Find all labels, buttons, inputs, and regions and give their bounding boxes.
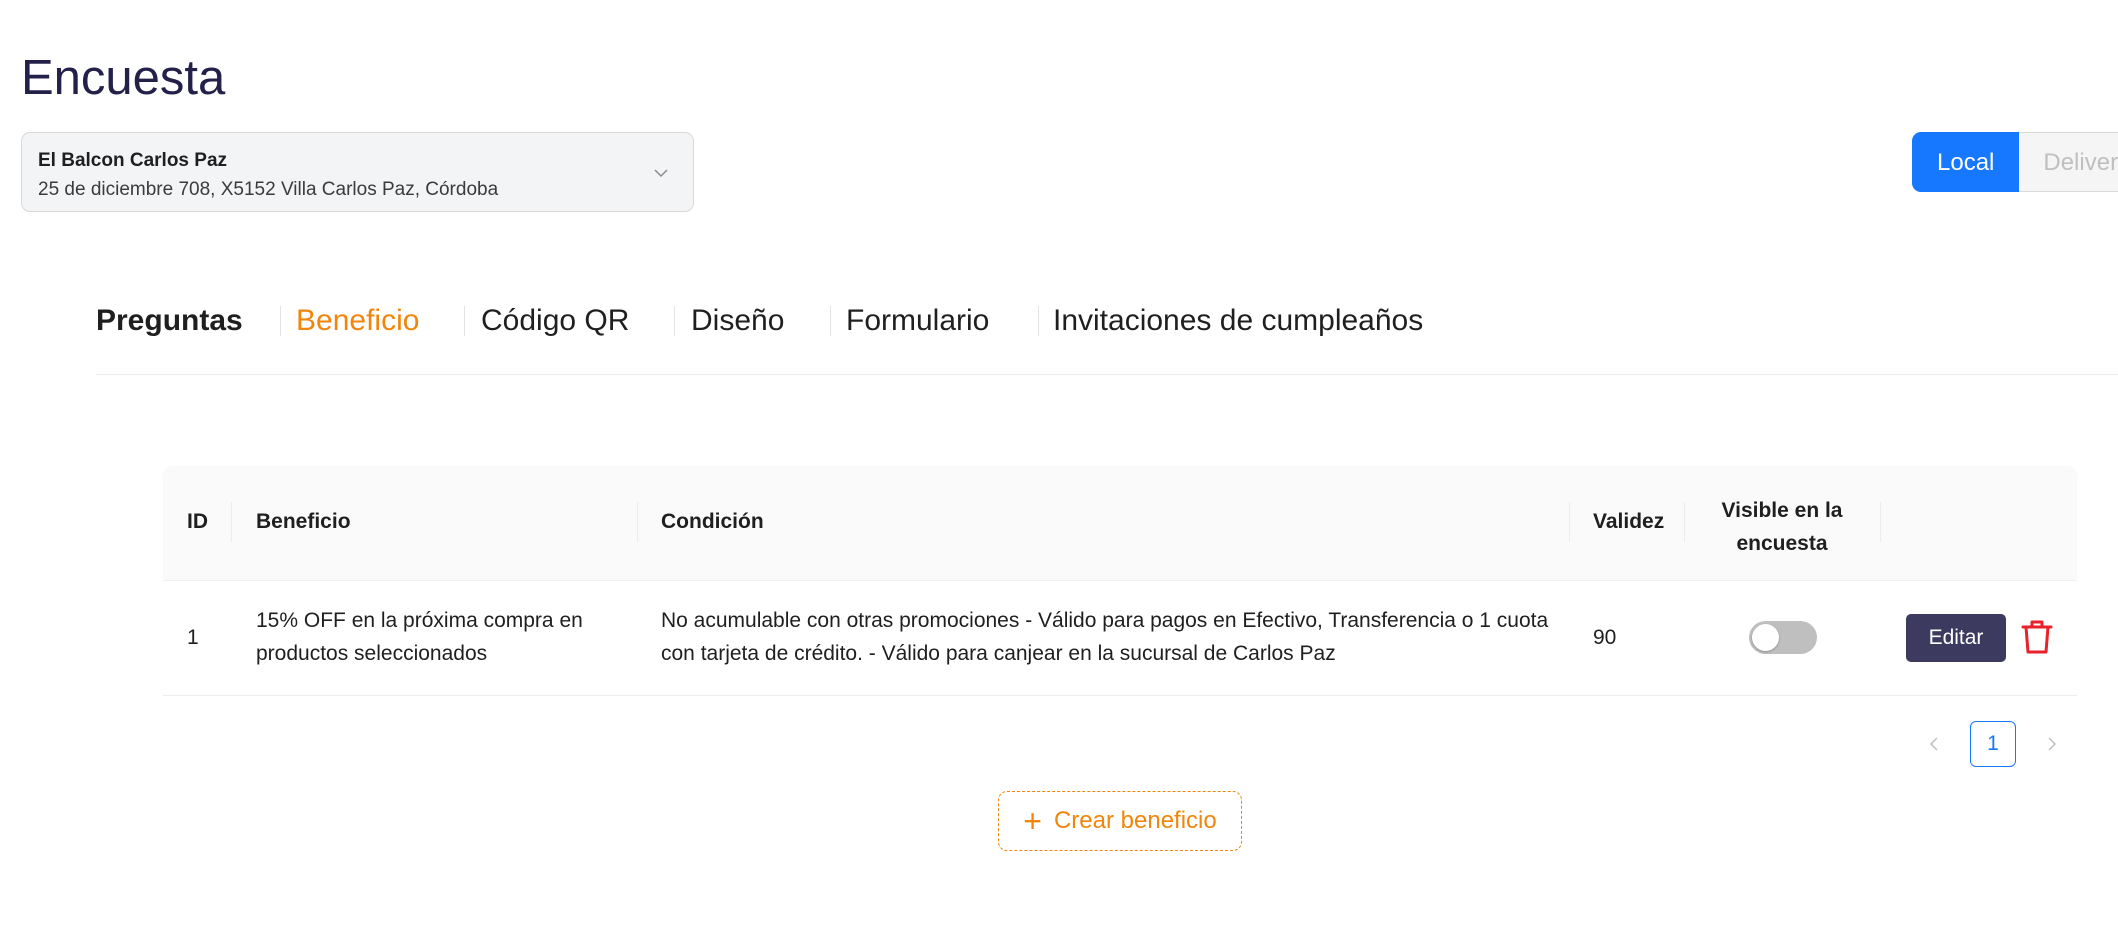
pagination-next[interactable] (2028, 720, 2076, 768)
tab-codigo-qr[interactable]: Código QR (481, 304, 629, 338)
mode-option-delivery[interactable]: Delivery (2019, 132, 2118, 192)
create-benefit-button[interactable]: + Crear beneficio (998, 791, 1242, 851)
pagination: 1 (1910, 720, 2076, 768)
visible-toggle[interactable] (1749, 621, 1817, 654)
header-validity: Validez (1593, 510, 1665, 533)
tab-divider (674, 306, 675, 336)
header-visible-line1: Visible en la (1721, 499, 1843, 522)
plus-icon: + (1023, 803, 1042, 839)
tab-divider (1038, 306, 1039, 336)
chevron-left-icon (1929, 737, 1938, 751)
mode-toggle: Local Delivery (1912, 132, 2118, 192)
header-visible: Visible en la encuesta (1684, 494, 1880, 560)
store-address: 25 de diciembre 708, X5152 Villa Carlos … (38, 179, 499, 200)
tab-bar: Preguntas Beneficio Código QR Diseño For… (96, 296, 2118, 375)
header-divider (1569, 502, 1570, 542)
cell-benefit: 15% OFF en la próxima compra en producto… (256, 604, 583, 670)
trash-icon[interactable] (2020, 619, 2054, 655)
tab-formulario[interactable]: Formulario (846, 304, 989, 338)
mode-option-local[interactable]: Local (1912, 132, 2020, 192)
tab-invitaciones-cumpleanos[interactable]: Invitaciones de cumpleaños (1053, 304, 1423, 338)
tab-divider (280, 306, 281, 336)
tab-diseno[interactable]: Diseño (691, 304, 784, 338)
tab-beneficio[interactable]: Beneficio (296, 304, 419, 338)
tab-preguntas[interactable]: Preguntas (96, 304, 243, 338)
benefits-table: ID Beneficio Condición Validez Visible e… (163, 466, 2077, 696)
header-benefit: Beneficio (256, 510, 351, 533)
cell-validity: 90 (1593, 626, 1617, 649)
header-divider (637, 502, 638, 542)
header-id: ID (187, 510, 208, 533)
edit-button[interactable]: Editar (1906, 614, 2006, 662)
header-condition: Condición (661, 510, 764, 533)
create-benefit-label: Crear beneficio (1053, 807, 1217, 834)
table-header: ID Beneficio Condición Validez Visible e… (163, 466, 2077, 581)
cell-condition-line2: con tarjeta de crédito. - Válido para ca… (661, 642, 1336, 665)
header-divider (1880, 502, 1881, 542)
page-title: Encuesta (21, 51, 226, 105)
toggle-knob (1752, 624, 1779, 651)
header-visible-line2: encuesta (1736, 532, 1828, 555)
cell-benefit-line2: productos seleccionados (256, 642, 488, 665)
store-name: El Balcon Carlos Paz (38, 150, 228, 171)
cell-condition-line1: No acumulable con otras promociones - Vá… (661, 609, 1549, 632)
table-row: 1 15% OFF en la próxima compra en produc… (163, 581, 2077, 696)
header-divider (231, 502, 232, 542)
chevron-down-icon (654, 169, 668, 178)
store-select[interactable]: El Balcon Carlos Paz 25 de diciembre 708… (21, 132, 694, 212)
tab-divider (830, 306, 831, 336)
chevron-right-icon (2048, 737, 2057, 751)
tab-divider (464, 306, 465, 336)
cell-condition: No acumulable con otras promociones - Vá… (661, 604, 1548, 670)
cell-benefit-line1: 15% OFF en la próxima compra en (256, 609, 583, 632)
pagination-prev[interactable] (1910, 720, 1958, 768)
cell-id: 1 (187, 626, 199, 649)
pagination-page-current[interactable]: 1 (1970, 721, 2016, 767)
